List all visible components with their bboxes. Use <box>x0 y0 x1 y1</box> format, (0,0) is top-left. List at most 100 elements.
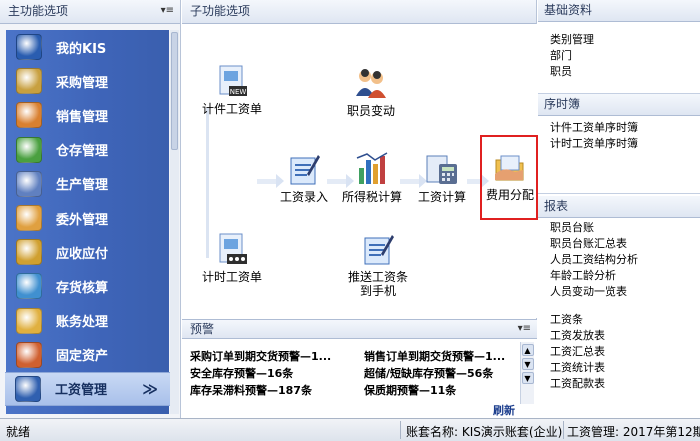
menu-item[interactable]: 仓存管理 <box>6 133 169 167</box>
sub-menu-title: 子功能选项 <box>182 0 536 24</box>
menu-item[interactable]: 存货核算 <box>6 269 169 303</box>
production-icon <box>16 170 42 197</box>
list-item-link[interactable]: 职员台账 <box>538 220 700 236</box>
menu-item-label: 我的KIS <box>56 41 107 57</box>
warnings-title-text: 预警 <box>190 322 215 336</box>
sales-person-icon <box>16 102 42 129</box>
node-label: 计时工资单 <box>202 270 263 284</box>
menu-item-label: 委外管理 <box>56 212 109 228</box>
main-menu-scrollbar[interactable] <box>170 30 179 414</box>
list-item-link[interactable]: 工资配款表 <box>538 376 700 392</box>
list-item-link[interactable]: 年龄工龄分析 <box>538 268 700 284</box>
menu-item-label: 采购管理 <box>56 75 109 91</box>
node-wage-calc[interactable]: 工资计算 <box>418 152 466 204</box>
basic-data-pane: 基础资料 类别管理 部门 职员 <box>538 0 700 94</box>
list-item-link[interactable]: 计件工资单序时簿 <box>538 120 700 136</box>
workflow-diagram: NEW 计件工资单 职员变动 工资录入 所得税计算 工资计算 费用分配 计时工资… <box>182 24 538 318</box>
menu-item-label: 销售管理 <box>56 109 109 125</box>
node-label: 工资录入 <box>280 190 329 204</box>
node-time-wage[interactable]: 计时工资单 <box>202 232 262 284</box>
list-item-link[interactable]: 计时工资单序时簿 <box>538 136 700 152</box>
flow-arrow <box>400 174 427 188</box>
basic-data-list: 类别管理 部门 职员 <box>538 22 700 80</box>
scroll-up-icon[interactable]: ▲ <box>521 344 534 356</box>
warehouse-icon <box>16 136 42 163</box>
warnings-pane: 预警 ▾≡ 采购订单到期交货预警—1... 销售订单到期交货预警—1... 安全… <box>182 319 537 418</box>
timeline-title-text: 序时簿 <box>544 97 581 111</box>
scroll-mid-icon[interactable]: ▼ <box>521 358 534 370</box>
salary-icon <box>15 375 41 402</box>
list-item-link[interactable]: 工资条 <box>538 312 700 328</box>
list-item-link[interactable]: 类别管理 <box>538 32 700 48</box>
menu-item[interactable]: 采购管理 <box>6 64 169 98</box>
warning-item[interactable]: 保质期预警—11条 <box>364 382 456 398</box>
menu-item-label: 工资管理 <box>55 383 108 399</box>
menu-item[interactable]: 固定资产 <box>6 338 169 372</box>
flow-arrow <box>257 174 284 188</box>
menu-item[interactable]: 我的KIS <box>6 30 169 64</box>
main-menu-title: 主功能选项 ▾≡ <box>0 0 180 24</box>
menu-item-label: 生产管理 <box>56 178 109 194</box>
menu-item[interactable]: 生产管理 <box>6 167 169 201</box>
chevron-right-icon[interactable]: ≫ <box>142 380 158 398</box>
scroll-thumb[interactable] <box>171 32 178 150</box>
right-panes: 基础资料 类别管理 部门 职员 序时簿 计件工资单序时簿 计时工资单序时簿 报表 职员… <box>538 0 700 418</box>
reports-list: 职员台账 职员台账汇总表 人员工资结构分析 年龄工龄分析 人员变动一览表 工资条 工资发放表… <box>538 218 700 392</box>
kis-book-icon <box>16 34 42 61</box>
reports-title-text: 报表 <box>544 199 569 213</box>
push-document-icon <box>361 232 395 266</box>
sub-function-pane: 子功能选项 NEW 计件工资单 职员变动 工资录入 所得税计算 工资计算 费用分… <box>182 0 538 418</box>
outsource-icon <box>16 205 42 232</box>
node-piece-wage[interactable]: NEW 计件工资单 <box>202 64 262 116</box>
warnings-scrollbar[interactable]: ▲ ▼ ▼ <box>520 342 534 404</box>
menu-item[interactable]: 委外管理 <box>6 201 169 235</box>
menu-item[interactable]: 账务处理 <box>6 304 169 338</box>
menu-item-label: 账务处理 <box>56 315 109 331</box>
timeline-list: 计件工资单序时簿 计时工资单序时簿 <box>538 116 700 152</box>
list-item-link[interactable]: 人员工资结构分析 <box>538 252 700 268</box>
warning-item[interactable]: 销售订单到期交货预警—1... <box>364 348 505 364</box>
scroll-down-icon[interactable]: ▼ <box>521 372 534 384</box>
main-menu-list: 我的KIS 采购管理销售管理仓存管理生产管理委外管理应收应付存货核算账务处理固定资… <box>5 30 170 414</box>
menu-item-label: 固定资产 <box>56 349 109 365</box>
ledger-icon <box>16 307 42 334</box>
menu-item-label: 应收应付 <box>56 246 109 262</box>
menu-item[interactable]: 销售管理 <box>6 98 169 132</box>
warning-item[interactable]: 库存呆滞料预警—187条 <box>190 382 312 398</box>
list-item-link[interactable]: 人员变动一览表 <box>538 284 700 300</box>
status-module: 工资管理: 2017年第12期 <box>567 425 700 439</box>
pane-pin-icon[interactable]: ▾≡ <box>161 0 174 22</box>
warning-item[interactable]: 安全库存预警—16条 <box>190 365 293 381</box>
list-item-link[interactable]: 职员台账汇总表 <box>538 236 700 252</box>
list-item-link[interactable]: 部门 <box>538 48 700 64</box>
reports-pane: 报表 职员台账 职员台账汇总表 人员工资结构分析 年龄工龄分析 人员变动一览表 工资条 工资… <box>538 196 700 418</box>
menu-item[interactable]: 应收应付 <box>6 235 169 269</box>
node-wage-entry[interactable]: 工资录入 <box>280 152 328 204</box>
purchase-icon <box>16 68 42 95</box>
node-push-wage[interactable]: 推送工资条 到手机 <box>348 232 408 298</box>
list-item-link[interactable]: 工资汇总表 <box>538 344 700 360</box>
basic-data-title: 基础资料 <box>538 0 700 22</box>
main-menu-title-text: 主功能选项 <box>8 4 69 18</box>
time-document-icon <box>215 232 249 266</box>
bar-chart-icon <box>355 152 389 186</box>
node-label: 所得税计算 <box>342 190 403 204</box>
main-menu-pane: 主功能选项 ▾≡ 我的KIS 采购管理销售管理仓存管理生产管理委外管理应收应付存货… <box>0 0 181 418</box>
svg-text:NEW: NEW <box>230 88 247 96</box>
node-staff-change[interactable]: 职员变动 <box>347 66 395 118</box>
sub-menu-title-text: 子功能选项 <box>190 4 251 18</box>
refresh-link[interactable]: 刷新 <box>493 402 515 418</box>
pane-pin-icon[interactable]: ▾≡ <box>518 320 531 338</box>
node-label: 职员变动 <box>347 104 396 118</box>
list-item-link[interactable]: 职员 <box>538 64 700 80</box>
calculator-icon <box>425 152 459 186</box>
status-account: 账套名称: KIS演示账套(企业) <box>406 425 563 439</box>
new-document-icon: NEW <box>215 64 249 98</box>
warnings-title: 预警 ▾≡ <box>182 320 537 339</box>
warning-item[interactable]: 采购订单到期交货预警—1... <box>190 348 331 364</box>
warning-item[interactable]: 超储/短缺库存预警—56条 <box>364 365 493 381</box>
list-item-link[interactable]: 工资发放表 <box>538 328 700 344</box>
menu-item[interactable]: 工资管理 ≫ <box>5 371 170 407</box>
list-item-link[interactable]: 工资统计表 <box>538 360 700 376</box>
node-income-tax[interactable]: 所得税计算 <box>342 152 402 204</box>
